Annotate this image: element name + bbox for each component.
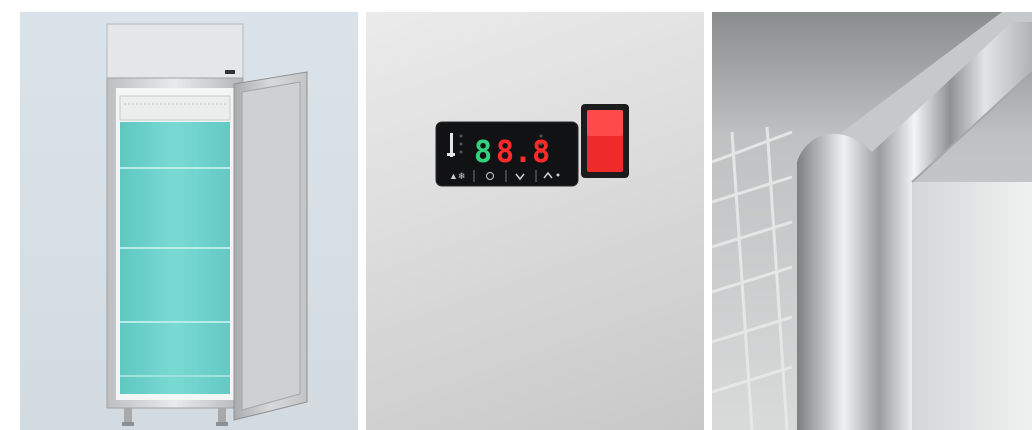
gasket-photo-panel	[712, 12, 1032, 430]
compressor-housing	[106, 23, 244, 79]
vent-grill	[119, 95, 231, 121]
svg-text:▲❄: ▲❄	[449, 171, 465, 181]
cabinet-photo-panel	[20, 12, 358, 430]
controller-illustration: 8 8.8 ▲❄	[435, 104, 629, 187]
controller-photo-panel: 8 8.8 ▲❄	[366, 12, 704, 430]
cabinet-interior	[120, 122, 230, 394]
snowflake-icon[interactable]: ▲❄	[449, 171, 465, 181]
controller-readout-red: 8.8	[496, 135, 550, 170]
cabinet-illustration	[106, 23, 308, 426]
power-switch[interactable]	[581, 104, 629, 178]
foot	[218, 408, 226, 424]
gasket-illustration	[712, 12, 1032, 430]
controller-readout-green: 8	[474, 135, 492, 170]
foot	[124, 408, 132, 424]
